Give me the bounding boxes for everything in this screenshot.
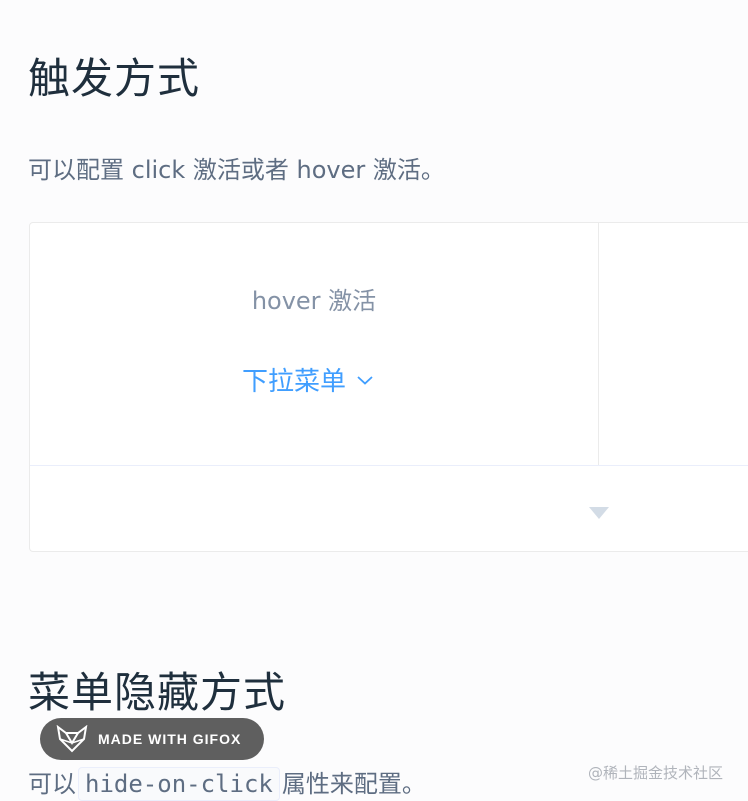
- section-title-hide: 菜单隐藏方式: [28, 668, 287, 717]
- desc2-prefix: 可以: [28, 770, 76, 798]
- section-title-trigger: 触发方式: [28, 54, 201, 103]
- watermark: @稀土掘金技术社区: [588, 764, 724, 782]
- demo-subtitle: hover 激活: [251, 287, 377, 315]
- section-description: 可以配置 click 激活或者 hover 激活。: [28, 156, 445, 184]
- gifox-badge: MADE WITH GIFOX: [40, 718, 264, 760]
- chevron-down-icon: [357, 375, 373, 385]
- dropdown-trigger-hover[interactable]: 下拉菜单: [242, 369, 374, 395]
- desc2-suffix: 属性来配置。: [281, 770, 426, 798]
- dropdown-label: 下拉菜单: [242, 367, 347, 397]
- demo-block: hover 激活 下拉菜单: [29, 222, 748, 552]
- inline-code: hide-on-click: [78, 767, 280, 801]
- fox-logo-icon: [56, 725, 88, 753]
- demo-code-toggle[interactable]: [30, 465, 748, 552]
- caret-down-icon: [589, 507, 609, 519]
- demo-column-hover: hover 激活 下拉菜单: [30, 223, 599, 465]
- section2-description: 可以 hide-on-click 属性来配置。: [28, 767, 426, 801]
- gifox-label: MADE WITH GIFOX: [98, 731, 242, 747]
